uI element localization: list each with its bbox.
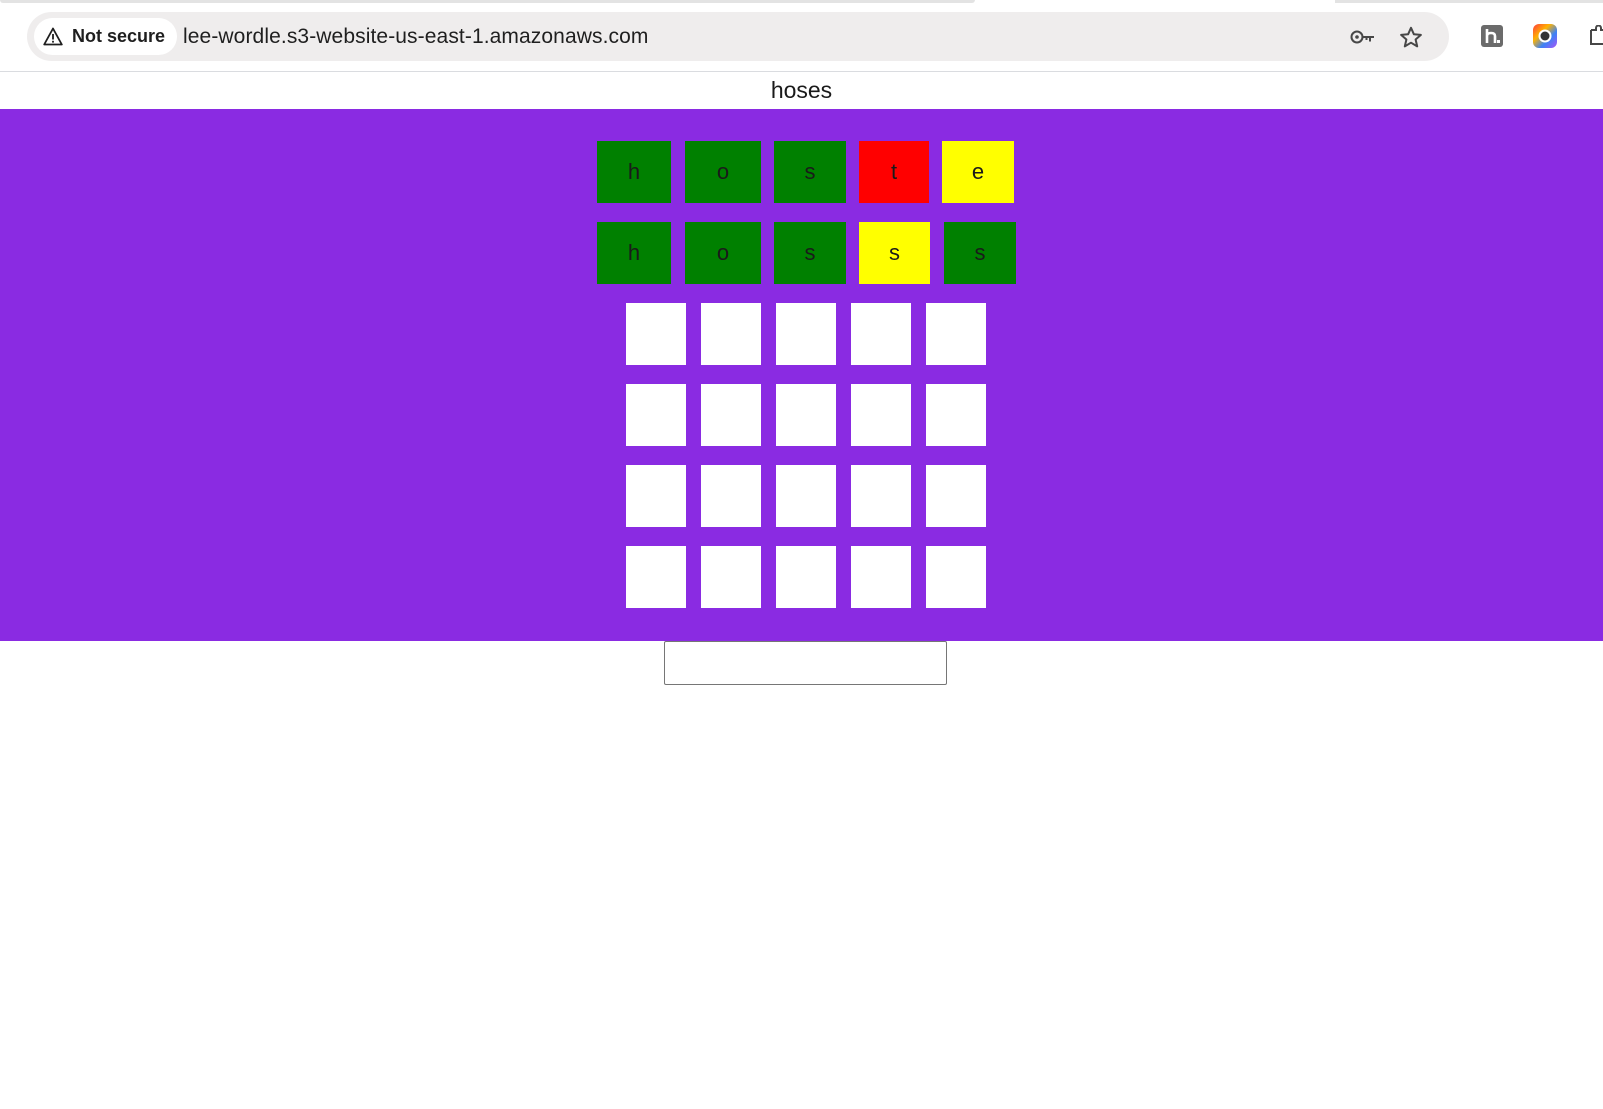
empty-tile xyxy=(701,546,761,608)
empty-tile xyxy=(776,465,836,527)
guess-tile: o xyxy=(685,222,761,284)
empty-tile xyxy=(776,303,836,365)
guess-tile: e xyxy=(942,141,1014,203)
url-text[interactable]: lee-wordle.s3-website-us-east-1.amazonaw… xyxy=(183,12,649,61)
guess-input[interactable] xyxy=(664,641,947,685)
empty-tile xyxy=(626,303,686,365)
guess-tile: o xyxy=(685,141,761,203)
empty-tile xyxy=(701,465,761,527)
key-icon[interactable] xyxy=(1350,24,1376,50)
guess-tile: s xyxy=(859,222,930,284)
empty-tile xyxy=(701,384,761,446)
empty-tile xyxy=(926,303,986,365)
empty-tile xyxy=(851,546,911,608)
guess-tile: h xyxy=(597,141,671,203)
site-security-chip[interactable]: Not secure xyxy=(34,18,178,55)
empty-tile xyxy=(851,384,911,446)
empty-tile xyxy=(926,465,986,527)
empty-tile xyxy=(701,303,761,365)
empty-tile xyxy=(926,384,986,446)
empty-tile xyxy=(776,384,836,446)
answer-word: hoses xyxy=(770,77,833,103)
empty-tile xyxy=(926,546,986,608)
h-extension-icon[interactable] xyxy=(1479,23,1505,49)
guess-tile: s xyxy=(944,222,1016,284)
tab-strip xyxy=(0,0,1603,3)
empty-tile xyxy=(626,384,686,446)
color-extension-icon[interactable] xyxy=(1532,23,1558,49)
address-bar[interactable]: Not secure lee-wordle.s3-website-us-east… xyxy=(27,12,1449,61)
guess-tile: h xyxy=(597,222,671,284)
empty-tile xyxy=(851,303,911,365)
empty-tile xyxy=(776,546,836,608)
guess-tile: t xyxy=(859,141,929,203)
tab-strip-segment xyxy=(0,0,975,3)
empty-tile xyxy=(851,465,911,527)
game-board: hostehosss xyxy=(0,109,1603,641)
empty-tile xyxy=(626,465,686,527)
puzzle-extension-icon[interactable] xyxy=(1585,23,1603,49)
tab-strip-segment xyxy=(1335,0,1603,3)
guess-tile: s xyxy=(774,222,846,284)
warning-triangle-icon xyxy=(42,26,64,48)
star-icon[interactable] xyxy=(1398,24,1424,50)
security-label: Not secure xyxy=(72,26,166,46)
empty-tile xyxy=(626,546,686,608)
browser-toolbar: Not secure lee-wordle.s3-website-us-east… xyxy=(0,0,1603,72)
guess-tile: s xyxy=(774,141,846,203)
